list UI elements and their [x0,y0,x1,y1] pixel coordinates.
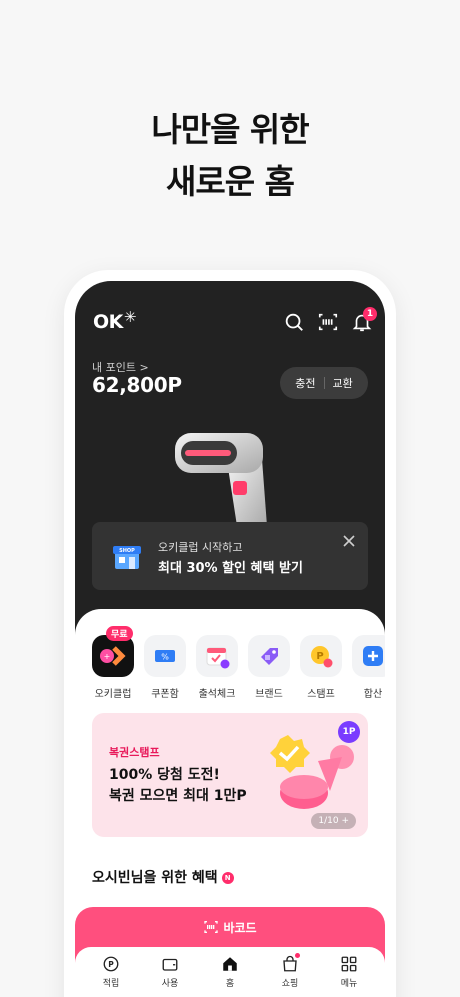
headline-line-1: 나만을 위한 [151,110,309,149]
menu-label: 쿠폰함 [151,689,179,700]
plus-icon [363,646,383,666]
home-icon [223,957,237,971]
shop-sign-text: SHOP [119,548,135,554]
point-earn-icon: P [103,956,119,972]
scan-barcode-icon[interactable] [317,311,339,333]
exchange-button[interactable]: 교환 [325,375,361,391]
barcode-scanner-illustration [175,433,267,526]
stamp-coin-icon: P [311,646,333,668]
menu-item-attendance[interactable]: 출석체크 [195,635,239,700]
search-icon[interactable] [283,311,305,333]
bottom-tab-bar: P 적립 사용 홈 쇼핑 메뉴 [75,947,385,997]
menu-label: 브랜드 [255,689,283,700]
menu-item-okclub[interactable]: + 무료 오키클럽 [91,626,135,700]
okclub-icon: + [100,646,126,666]
close-icon[interactable] [342,534,356,548]
menu-label: 스탬프 [307,689,335,700]
top-bar: OK✳ 1 [91,307,377,341]
banner-subheadline: 복권 모으면 최대 1만P [109,788,247,804]
calendar-check-icon [206,647,230,669]
shop-icon: SHOP [113,546,141,569]
lottery-stamp-banner[interactable]: 복권스탬프 100% 당첨 도전! 복권 모으면 최대 1만P 1P 1/10 … [92,713,368,837]
shopping-dot [295,953,300,958]
menu-label: 오키클럽 [94,689,132,700]
headline-line-2: 새로운 홈 [166,162,295,201]
menu-item-brand[interactable]: 브랜드 [247,635,291,700]
tab-earn[interactable]: P 적립 [91,955,131,989]
quick-menu: + 무료 오키클럽 % 쿠폰함 출석체크 브랜드 P 스탬프 합산 [91,626,385,705]
app-screen: OK✳ 1 내 포인트 > 62,800P 충전 교환 SHOP 오키클럽 시작… [75,281,385,997]
bell-icon[interactable]: 1 [351,307,377,333]
svg-text:P: P [108,960,114,969]
banner-headline: 100% 당첨 도전! [109,767,220,783]
charge-exchange-pill: 충전 교환 [280,367,368,399]
promo-subtitle: 오키클럽 시작하고 [158,541,243,554]
menu-label: 합산 [363,689,383,700]
menu-item-coupon[interactable]: % 쿠폰함 [143,635,187,700]
grid-menu-icon [341,956,357,972]
point-badge: 1P [338,721,360,743]
banner-pager[interactable]: 1/10 + [311,813,356,829]
headline: 나만을 위한 새로운 홈 [0,104,460,208]
banner-tag: 복권스탬프 [109,746,160,759]
svg-text:P: P [316,651,323,662]
menu-item-sum[interactable]: 합산 [351,635,385,700]
section-title: 오시빈님을 위한 혜택 N [92,867,234,887]
menu-item-stamp[interactable]: P 스탬프 [299,635,343,700]
okclub-promo-banner[interactable]: SHOP 오키클럽 시작하고 최대 30% 할인 혜택 받기 [92,522,368,590]
tab-home[interactable]: 홈 [210,955,250,989]
charge-button[interactable]: 충전 [287,375,323,391]
tab-use[interactable]: 사용 [150,955,190,989]
notification-badge: 1 [363,307,377,321]
barcode-icon [204,921,219,933]
menu-label: 출석체크 [198,689,236,700]
free-tag: 무료 [106,626,133,641]
wallet-icon [162,958,178,971]
brand-tag-icon [261,648,278,665]
tab-shopping[interactable]: 쇼핑 [270,953,310,989]
new-badge: N [221,872,234,884]
coupon-icon: % [155,650,175,662]
tab-menu[interactable]: 메뉴 [329,955,369,989]
promo-title: 최대 30% 할인 혜택 받기 [158,561,303,576]
svg-text:%: % [161,653,169,662]
svg-text:+: + [104,652,111,661]
barcode-button[interactable]: 바코드 [75,919,385,936]
points-balance: 62,800P [92,373,182,397]
ok-logo: OK✳ [93,308,136,333]
